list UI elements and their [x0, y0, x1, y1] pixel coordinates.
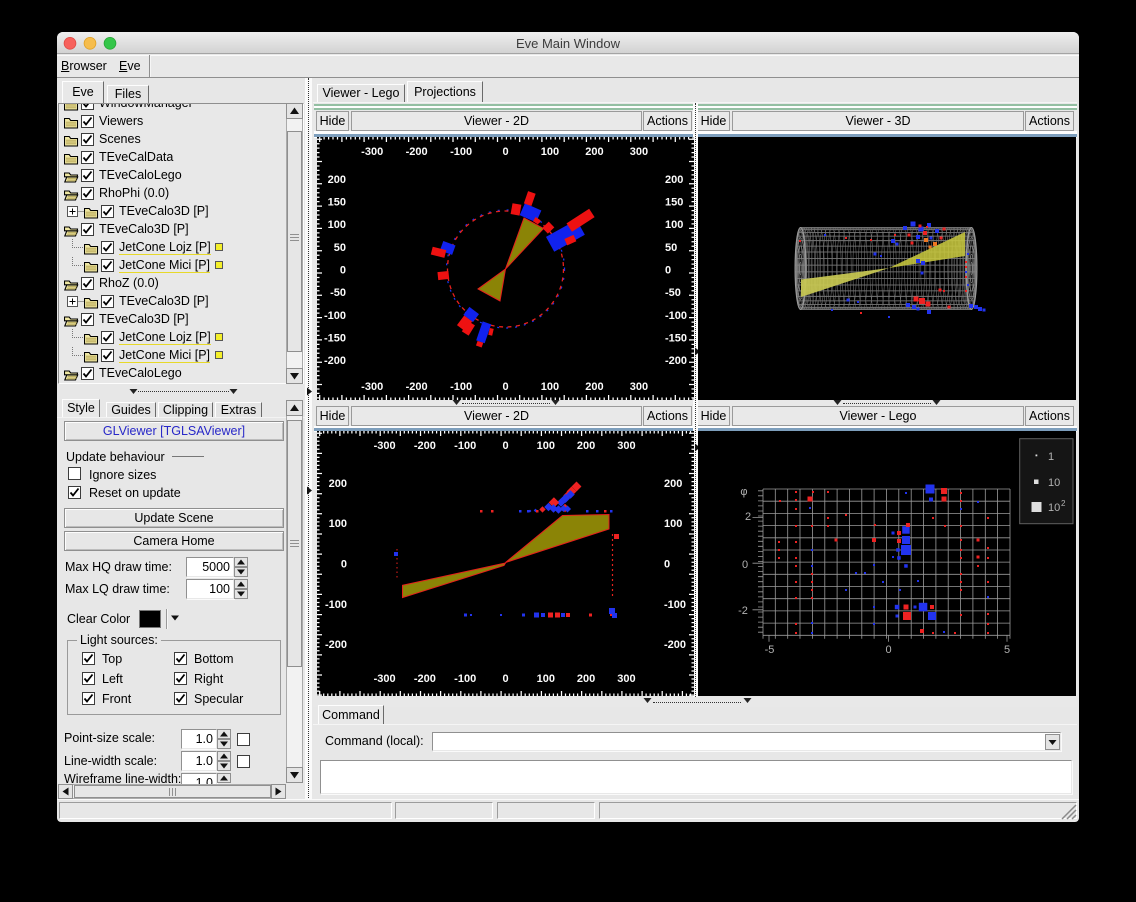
svg-text:10: 10: [1048, 502, 1060, 514]
svg-text:100: 100: [537, 440, 555, 452]
svg-text:2: 2: [745, 511, 751, 523]
svg-text:200: 200: [328, 174, 346, 186]
svg-text:-200: -200: [406, 146, 428, 158]
svg-text:100: 100: [541, 146, 559, 158]
svg-text:200: 200: [665, 174, 683, 186]
svg-text:-200: -200: [406, 381, 428, 393]
svg-text:200: 200: [577, 440, 595, 452]
svg-text:-100: -100: [454, 440, 476, 452]
svg-text:-100: -100: [450, 381, 472, 393]
svg-text:100: 100: [329, 518, 347, 530]
svg-text:0: 0: [502, 146, 508, 158]
svg-text:100: 100: [537, 673, 555, 685]
svg-text:150: 150: [328, 197, 346, 209]
svg-text:-300: -300: [374, 440, 396, 452]
svg-text:-150: -150: [324, 332, 346, 344]
svg-text:200: 200: [329, 478, 347, 490]
svg-text:-100: -100: [324, 310, 346, 322]
svg-text:-200: -200: [324, 355, 346, 367]
svg-text:-300: -300: [374, 673, 396, 685]
svg-text:-100: -100: [664, 599, 686, 611]
svg-text:-300: -300: [361, 146, 383, 158]
svg-text:0: 0: [502, 673, 508, 685]
svg-text:300: 300: [630, 381, 648, 393]
svg-text:0: 0: [341, 559, 347, 571]
svg-text:0: 0: [742, 559, 748, 571]
svg-text:-100: -100: [665, 310, 687, 322]
svg-text:200: 200: [585, 381, 603, 393]
svg-text:-300: -300: [361, 381, 383, 393]
svg-text:-50: -50: [665, 287, 681, 299]
svg-text:150: 150: [665, 197, 683, 209]
svg-text:100: 100: [541, 381, 559, 393]
svg-text:10: 10: [1048, 477, 1060, 489]
svg-text:100: 100: [328, 219, 346, 231]
svg-text:-100: -100: [450, 146, 472, 158]
svg-text:-100: -100: [325, 599, 347, 611]
svg-text:-200: -200: [414, 673, 436, 685]
svg-text:-100: -100: [454, 673, 476, 685]
svg-text:0: 0: [885, 644, 891, 656]
svg-text:-5: -5: [765, 644, 775, 656]
svg-text:-200: -200: [414, 440, 436, 452]
svg-text:-200: -200: [665, 355, 687, 367]
svg-text:0: 0: [502, 381, 508, 393]
svg-text:0: 0: [665, 265, 671, 277]
svg-text:300: 300: [617, 440, 635, 452]
svg-text:2: 2: [1061, 499, 1066, 508]
svg-text:0: 0: [502, 440, 508, 452]
svg-text:-200: -200: [664, 639, 686, 651]
svg-text:φ: φ: [740, 486, 747, 498]
svg-text:-50: -50: [330, 287, 346, 299]
svg-text:300: 300: [617, 673, 635, 685]
svg-text:200: 200: [577, 673, 595, 685]
svg-text:-200: -200: [325, 639, 347, 651]
svg-text:300: 300: [630, 146, 648, 158]
svg-text:-150: -150: [665, 332, 687, 344]
svg-text:-2: -2: [738, 605, 748, 617]
svg-text:0: 0: [340, 265, 346, 277]
svg-text:50: 50: [334, 242, 346, 254]
svg-text:5: 5: [1004, 644, 1010, 656]
svg-text:100: 100: [664, 518, 682, 530]
svg-text:100: 100: [665, 219, 683, 231]
svg-text:50: 50: [665, 242, 677, 254]
svg-text:0: 0: [664, 559, 670, 571]
svg-text:1: 1: [1048, 451, 1054, 463]
svg-text:200: 200: [585, 146, 603, 158]
svg-text:200: 200: [664, 478, 682, 490]
